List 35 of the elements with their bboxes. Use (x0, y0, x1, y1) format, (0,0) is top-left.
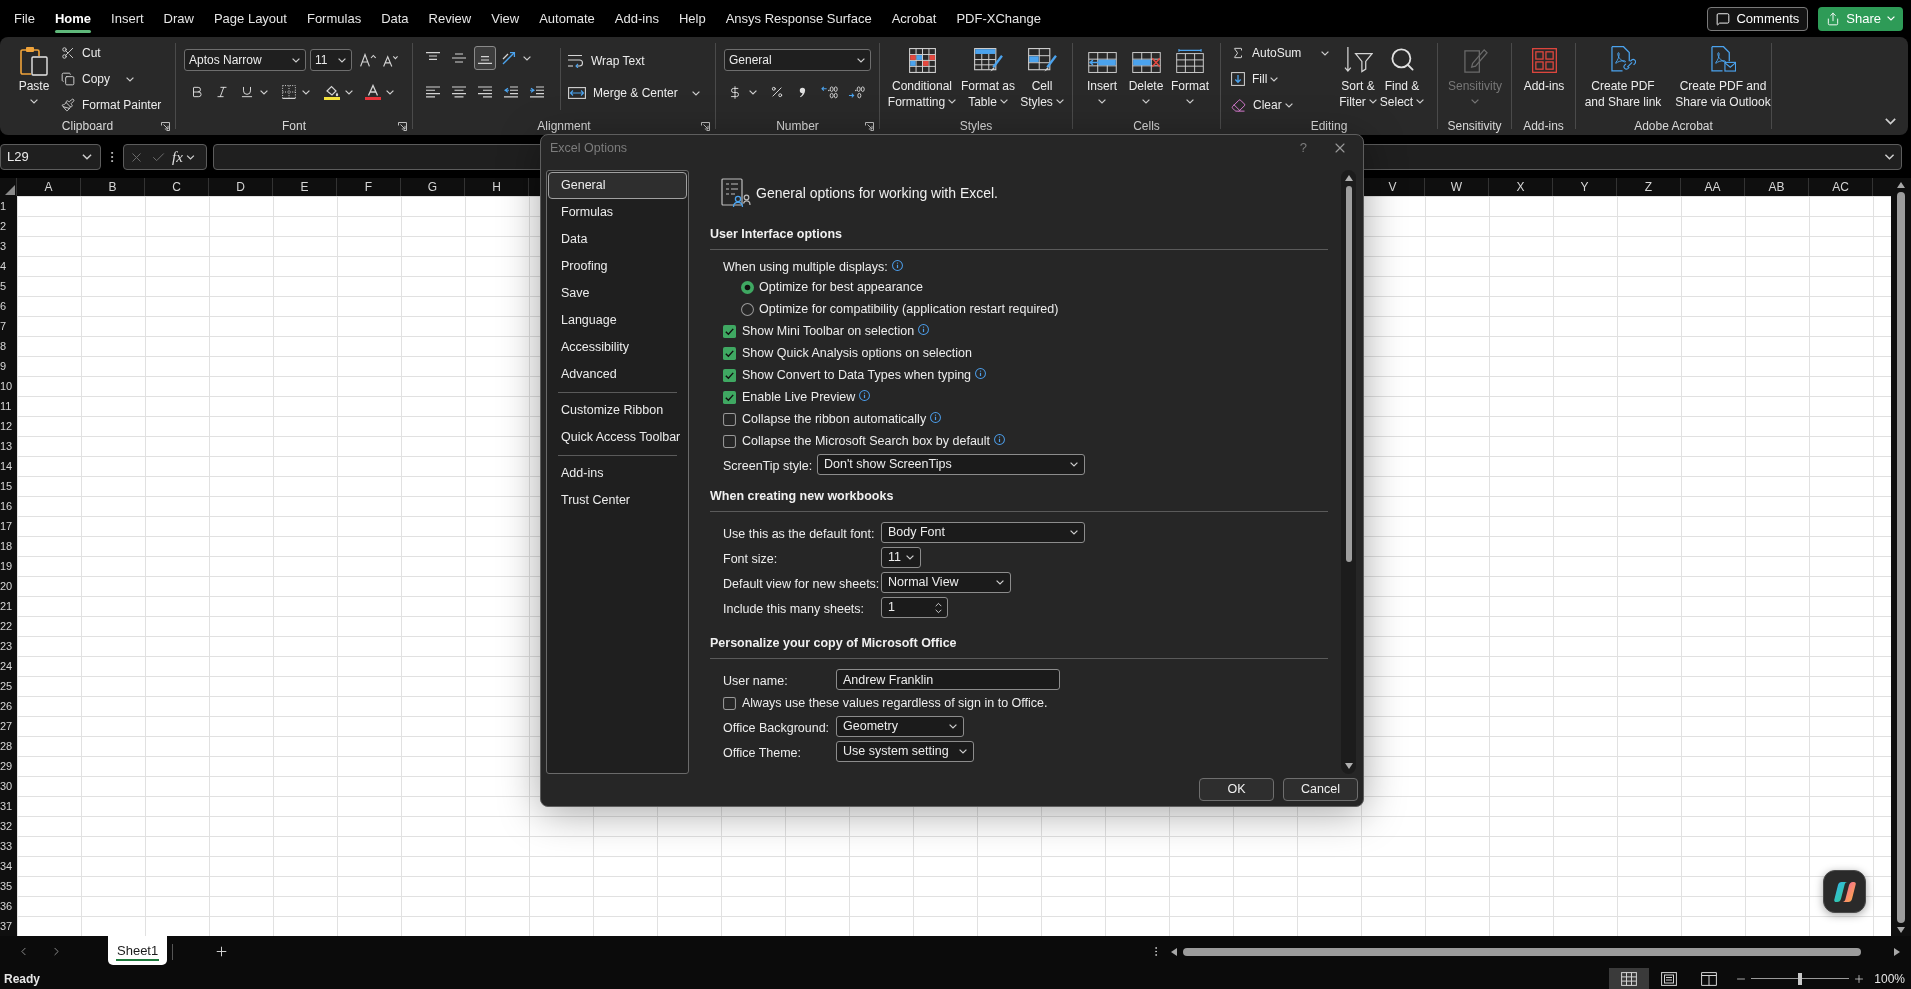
option-label: Include this many sheets: (723, 601, 865, 616)
option-label: Optimize for compatibility (application restart required) (759, 300, 1059, 318)
dialog-heading: General options for working with Excel. (756, 183, 998, 203)
option-label: Show Convert to Data Types when typing (742, 366, 972, 384)
group-label: Cells (1133, 119, 1160, 133)
status-text: Ready (4, 970, 41, 988)
option-label: Office Background: (723, 720, 830, 735)
option-label: Default view for new sheets: (723, 576, 880, 591)
group-label: Add-ins (1523, 119, 1564, 133)
option-label: Show Quick Analysis options on selection (742, 344, 972, 362)
option-label: Show Mini Toolbar on selection (742, 322, 915, 340)
section-heading: User Interface options (710, 225, 842, 243)
option-label: Collapse the Microsoft Search box by default (742, 432, 991, 450)
group-label: Adobe Acrobat (1634, 119, 1713, 133)
zoom-percentage: 100% (1874, 970, 1905, 988)
option-label: Collapse the ribbon automatically (742, 410, 927, 428)
option-label: Optimize for best appearance (759, 278, 923, 296)
group-label: Number (776, 119, 819, 133)
option-label: Office Theme: (723, 745, 802, 760)
group-label: Styles (959, 119, 993, 133)
option-label: Font size: (723, 551, 778, 566)
section-heading: When creating new workbooks (710, 487, 894, 505)
dialog-title: Excel Options (550, 140, 628, 156)
option-label: When using multiple displays: (723, 258, 888, 276)
group-label: Clipboard (61, 119, 114, 133)
option-label: User name: (723, 673, 788, 688)
section-heading: Personalize your copy of Microsoft Office (710, 634, 957, 652)
option-label: ScreenTip style: (723, 458, 813, 473)
option-label: Always use these values regardless of sign in to Office. (742, 694, 1048, 712)
option-label: Use this as the default font: (723, 526, 875, 541)
group-label: Alignment (537, 119, 591, 133)
group-label: Sensitivity (1447, 119, 1502, 133)
group-label: Editing (1310, 119, 1348, 133)
group-label: Font (282, 119, 306, 133)
option-label: Enable Live Preview (742, 388, 856, 406)
